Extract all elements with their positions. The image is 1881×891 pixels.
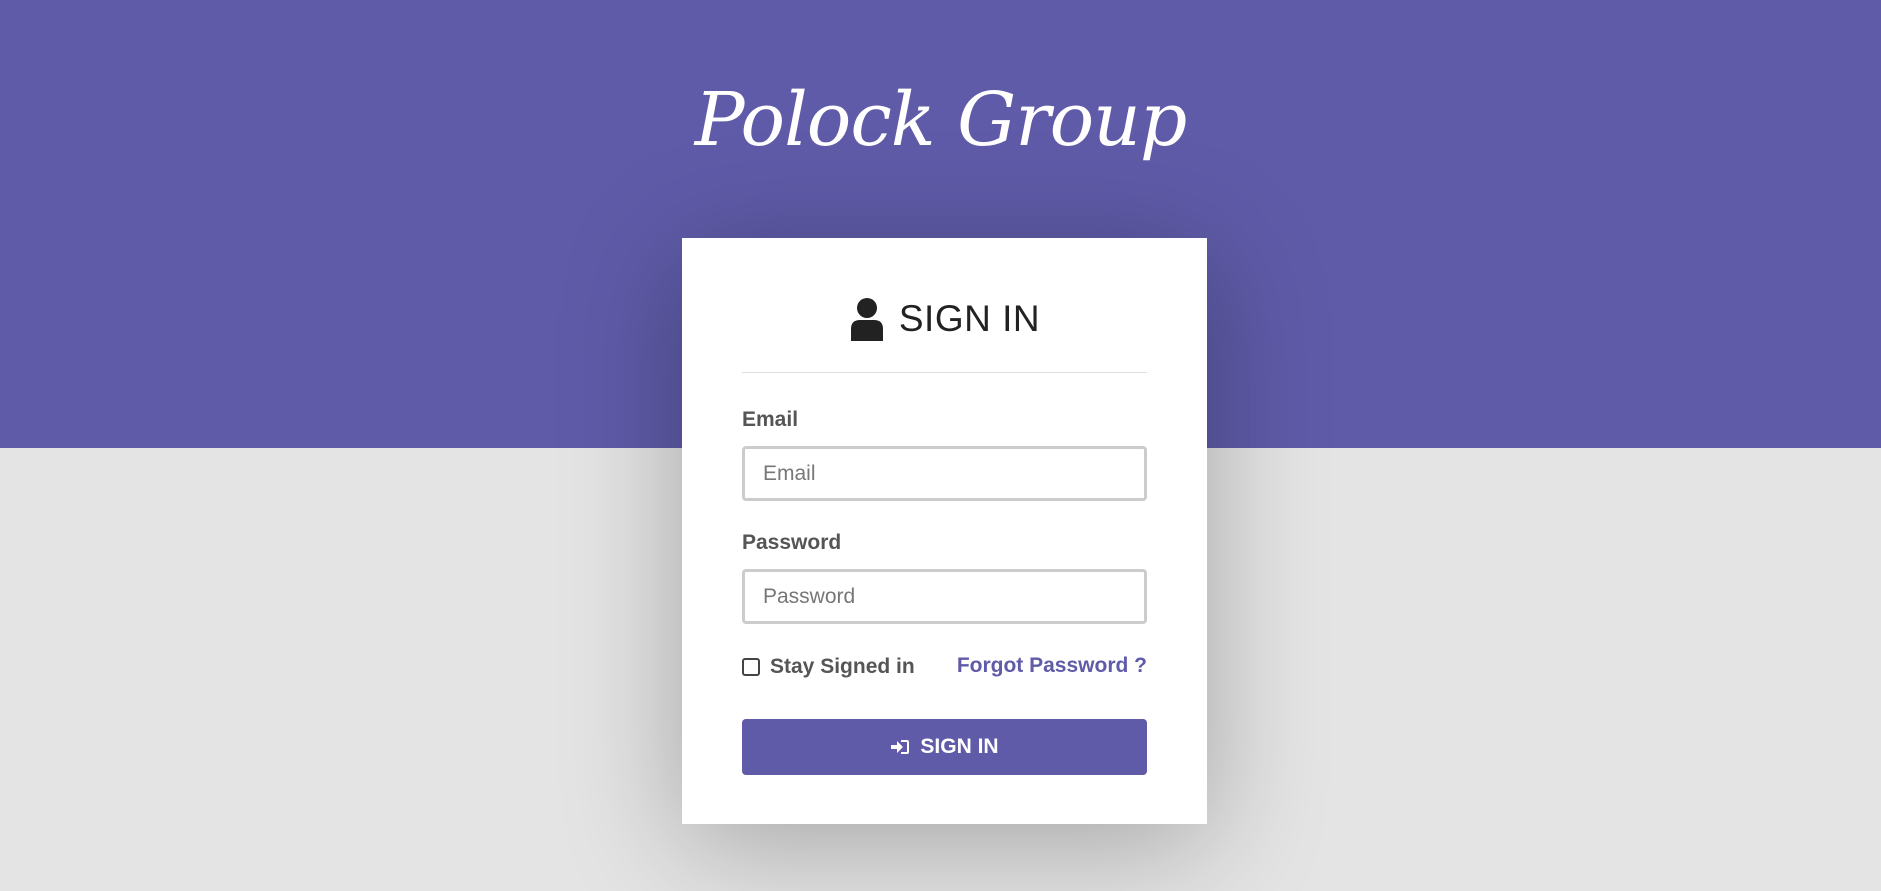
sign-in-button[interactable]: SIGN IN xyxy=(742,719,1147,775)
stay-signed-in-row[interactable]: Stay Signed in xyxy=(742,654,915,680)
forgot-password-link[interactable]: Forgot Password ? xyxy=(957,654,1147,678)
password-field[interactable] xyxy=(742,569,1147,624)
card-title: SIGN IN xyxy=(898,298,1041,339)
card-heading: SIGN IN xyxy=(682,296,1207,342)
email-label: Email xyxy=(742,408,799,431)
login-card: SIGN IN Email Password Stay Signed in Fo… xyxy=(682,238,1207,824)
stay-signed-in-label[interactable]: Stay Signed in xyxy=(770,655,915,679)
heading-divider xyxy=(742,372,1147,373)
sign-in-icon xyxy=(890,738,910,756)
email-field[interactable] xyxy=(742,446,1147,501)
sign-in-button-label: SIGN IN xyxy=(920,735,999,758)
user-icon xyxy=(849,297,885,341)
stay-signed-in-checkbox[interactable] xyxy=(742,658,760,676)
brand-logo: Polock Group xyxy=(694,77,1187,163)
password-label: Password xyxy=(742,531,842,554)
